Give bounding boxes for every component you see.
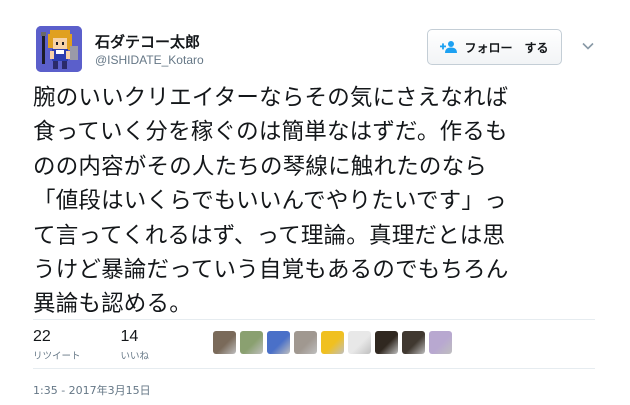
liker-avatars bbox=[213, 331, 452, 354]
retweet-count: 22 bbox=[33, 328, 51, 345]
retweet-stat[interactable]: 22 リツイート bbox=[33, 328, 81, 362]
divider bbox=[33, 319, 595, 320]
timestamp[interactable]: 1:35 - 2017年3月15日 bbox=[33, 382, 151, 398]
chevron-down-icon[interactable] bbox=[581, 38, 595, 52]
follow-button-label: フォロー する bbox=[464, 40, 549, 55]
pixel-art-avatar-icon bbox=[36, 26, 82, 72]
liker-avatar-9[interactable] bbox=[429, 331, 452, 354]
liker-avatar-3[interactable] bbox=[267, 331, 290, 354]
liker-avatar-2[interactable] bbox=[240, 331, 263, 354]
avatar[interactable] bbox=[36, 26, 82, 72]
tweet-line: 「値段はいくらでもいいんでやりたいです」っ bbox=[33, 188, 507, 215]
tweet-line: のの内容がその人たちの琴線に触れたのなら bbox=[33, 153, 488, 180]
liker-avatar-4[interactable] bbox=[294, 331, 317, 354]
tweet-line: 腕のいいクリエイターならその気にさえなれば bbox=[33, 85, 509, 111]
liker-avatar-5[interactable] bbox=[321, 331, 344, 354]
tweet-line: うけど暴論だっていう自覚もあるのでもちろん bbox=[33, 257, 509, 284]
like-stat[interactable]: 14 いいね bbox=[121, 328, 150, 362]
add-person-icon bbox=[440, 41, 458, 53]
tweet-line: 異論も認める。 bbox=[33, 291, 192, 318]
liker-avatar-1[interactable] bbox=[213, 331, 236, 354]
handle[interactable]: @ISHIDATE_Kotaro bbox=[95, 53, 204, 67]
liker-avatar-6[interactable] bbox=[348, 331, 371, 354]
tweet-line: て言ってくれるはず、って理論。真理だとは思 bbox=[33, 222, 506, 249]
display-name[interactable]: 石ダテコー太郎 bbox=[95, 31, 200, 52]
follow-button[interactable]: フォロー する bbox=[427, 29, 562, 65]
tweet-text: 腕のいいクリエイターならその気にさえなれば 食っていく分を稼ぐのは簡単なはずだ。… bbox=[33, 81, 613, 322]
like-count: 14 bbox=[120, 328, 139, 345]
liker-avatar-8[interactable] bbox=[402, 331, 425, 354]
divider bbox=[33, 368, 595, 369]
retweet-label: リツイート bbox=[33, 351, 81, 362]
tweet-stats: 22 リツイート 14 いいね bbox=[33, 328, 189, 362]
like-label: いいね bbox=[120, 351, 150, 362]
liker-avatar-7[interactable] bbox=[375, 331, 398, 354]
tweet-line: 食っていく分を稼ぐのは簡単なはずだ。作るも bbox=[33, 119, 508, 146]
